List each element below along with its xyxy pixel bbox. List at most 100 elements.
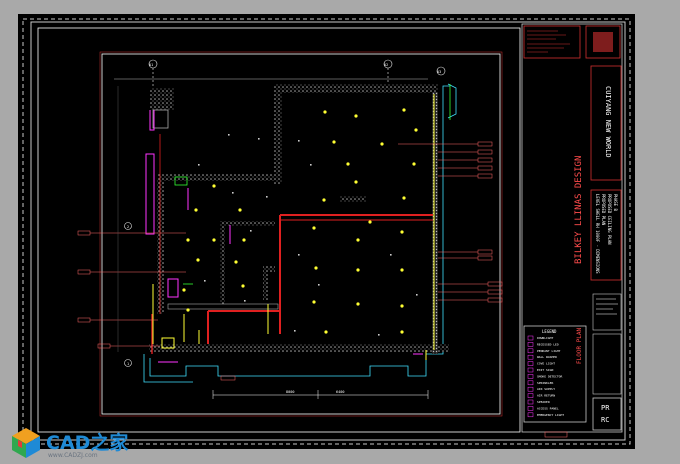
leader-tag xyxy=(477,149,493,155)
light-fixture xyxy=(354,180,358,184)
light-fixture xyxy=(414,128,418,132)
leader-tag xyxy=(77,317,91,323)
light-fixture xyxy=(400,268,404,272)
dimension-1: 8000 xyxy=(286,390,294,394)
ceiling-marker xyxy=(310,164,312,166)
title-block: CUIYANG NEW WORLD BILKEY LLINAS DESIGN L… xyxy=(521,23,623,433)
grid-bubbles-lower xyxy=(124,222,132,367)
light-fixture xyxy=(242,238,246,242)
legend-symbol xyxy=(527,399,534,405)
light-fixture xyxy=(241,284,245,288)
leader-tag xyxy=(477,157,493,163)
sheet-subtitle-1: PROPOSED PLAN xyxy=(601,194,606,226)
legend-item: ACCESS PANEL xyxy=(537,406,559,410)
legend-symbol xyxy=(527,348,534,354)
legend-symbol xyxy=(527,380,534,386)
grid-label-1: 1 xyxy=(127,362,129,366)
phase-label: PHASE B xyxy=(613,194,618,211)
light-fixture xyxy=(354,114,358,118)
light-fixture xyxy=(194,208,198,212)
ceiling-marker xyxy=(258,138,260,140)
legend-symbol xyxy=(527,374,534,379)
light-fixture xyxy=(186,238,190,242)
leader-lines-left xyxy=(90,232,186,347)
ceiling-marker xyxy=(250,230,252,232)
watermark: CAD之家 www.CADZJ.com xyxy=(8,426,138,462)
legend-symbol xyxy=(527,406,534,411)
green-elements xyxy=(174,84,451,285)
ceiling-marker xyxy=(416,294,418,296)
ceiling-marker xyxy=(244,300,246,302)
red-walls xyxy=(151,134,433,354)
project-name: CUIYANG NEW WORLD xyxy=(604,86,612,158)
leader-tag xyxy=(477,173,493,179)
light-fixture xyxy=(380,142,384,146)
cad-drawing: CUIYANG NEW WORLD BILKEY LLINAS DESIGN L… xyxy=(22,18,631,445)
light-fixture xyxy=(402,108,406,112)
legend-symbol xyxy=(527,361,534,366)
legend-item: AIR SUPPLY xyxy=(537,387,555,391)
legend-item: AIR RETURN xyxy=(537,394,555,398)
light-fixture xyxy=(314,266,318,270)
leader-tags-left xyxy=(77,230,111,349)
light-fixture xyxy=(332,140,336,144)
ceiling-marker xyxy=(204,280,206,282)
sheet-subtitle-2: PROPOSED CEILING PLAN xyxy=(607,194,612,245)
leader-tag xyxy=(477,255,493,261)
legend-item: WALL WASHER xyxy=(537,355,557,359)
legend-symbol xyxy=(527,393,534,398)
light-fixture xyxy=(368,220,372,224)
walls xyxy=(149,84,449,354)
sheet-title: LEVEL SHELL RH 1000F - DIMENSIONS xyxy=(595,194,600,274)
light-fixture xyxy=(400,330,404,334)
ceiling-marker xyxy=(266,196,268,198)
light-fixture xyxy=(322,198,326,202)
legend-item: SPRINKLER xyxy=(537,381,553,385)
leader-tag xyxy=(477,165,493,171)
sheet-number-1: PR xyxy=(601,404,610,412)
watermark-brand: CAD之家 xyxy=(46,432,129,454)
legend-item: DOWNLIGHT xyxy=(537,336,553,340)
light-fixture xyxy=(346,162,350,166)
ceiling-marker xyxy=(294,330,296,332)
light-fixture xyxy=(402,196,406,200)
legend-heading: LEGEND xyxy=(542,329,557,334)
ceiling-marker xyxy=(228,134,230,136)
leader-tag xyxy=(77,230,91,236)
grid-label-a3: A3 xyxy=(437,70,441,74)
leader-tags-right xyxy=(477,141,503,303)
legend-item: EXIT SIGN xyxy=(537,368,553,372)
dimension-2: 6400 xyxy=(336,390,344,394)
light-fixture xyxy=(400,230,404,234)
ceiling-marker xyxy=(298,254,300,256)
firm-name: BILKEY LLINAS DESIGN xyxy=(574,156,584,264)
grid-label-2: 2 xyxy=(127,225,129,229)
ceiling-marker xyxy=(390,254,392,256)
legend-item: PENDANT LIGHT xyxy=(537,349,561,353)
leader-tag xyxy=(477,141,493,147)
legend-item: SPEAKER xyxy=(537,400,550,404)
light-fixture xyxy=(323,110,327,114)
cad-viewport[interactable]: CUIYANG NEW WORLD BILKEY LLINAS DESIGN L… xyxy=(18,14,635,449)
watermark-url: www.CADZJ.com xyxy=(48,452,98,459)
vertical-plan-label: FLOOR PLAN xyxy=(576,327,583,364)
light-fixture xyxy=(186,308,190,312)
cube-logo-icon xyxy=(12,428,40,458)
light-fixture xyxy=(238,208,242,212)
light-fixture xyxy=(312,226,316,230)
legend-symbol xyxy=(527,335,534,341)
light-fixture xyxy=(356,268,360,272)
grid-label-a2: A2 xyxy=(384,63,388,67)
light-fixture xyxy=(196,258,200,262)
legend-item: SMOKE DETECTOR xyxy=(537,374,562,378)
sheet-number-2: RC xyxy=(601,416,609,424)
grid-label-a1: A1 xyxy=(149,63,153,67)
legend-item: EMERGENCY LIGHT xyxy=(537,413,564,417)
ceiling-marker xyxy=(378,334,380,336)
legend-item: COVE LIGHT xyxy=(537,362,555,366)
cyan-outline xyxy=(143,83,457,383)
light-fixture xyxy=(234,260,238,264)
ceiling-marker xyxy=(232,192,234,194)
ceiling-marker xyxy=(198,164,200,166)
light-fixture xyxy=(400,304,404,308)
